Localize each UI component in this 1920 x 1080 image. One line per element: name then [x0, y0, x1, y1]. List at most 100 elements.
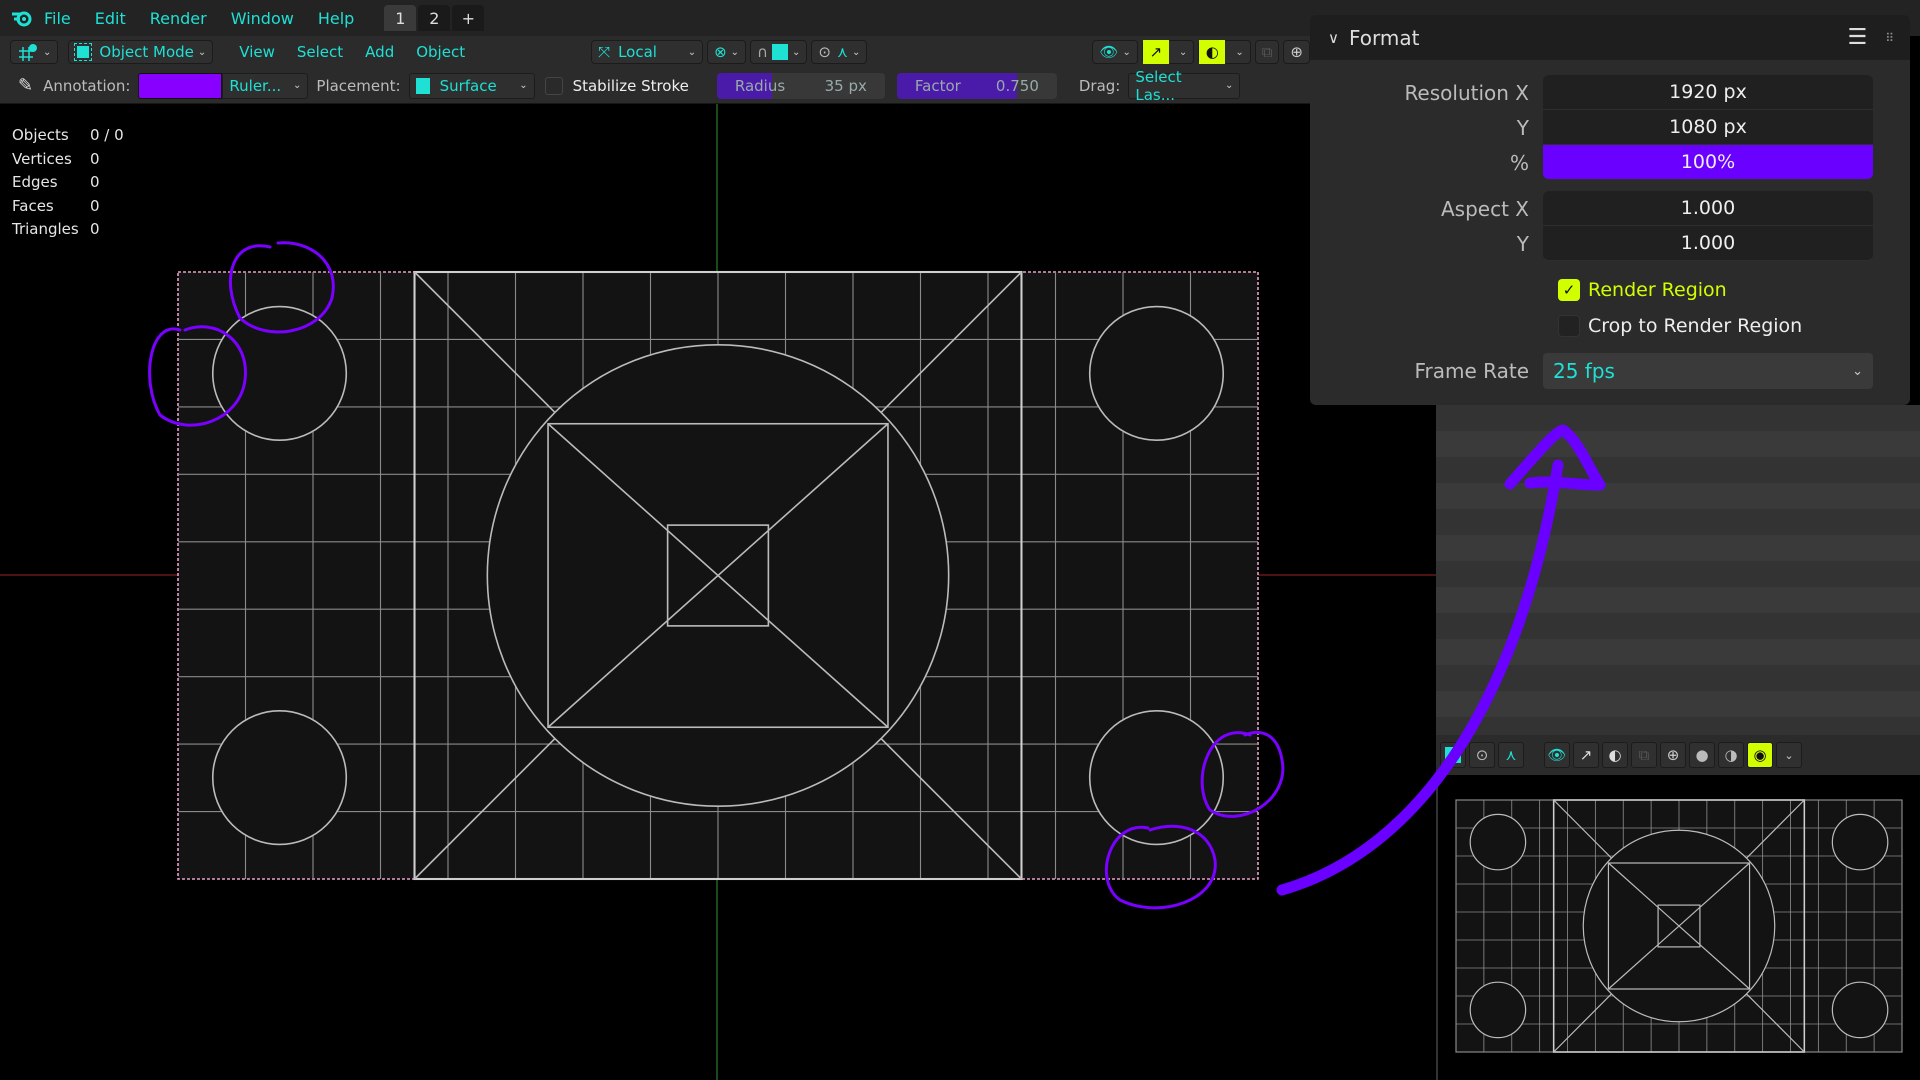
placement-select[interactable]: Surface ⌄ — [408, 72, 535, 99]
workspace-tab-1[interactable]: 1 — [384, 5, 417, 31]
stat-row: Vertices 0 — [12, 149, 100, 168]
xray-button-2[interactable]: ⧉ — [1631, 742, 1657, 768]
chevron-down-icon: ⌄ — [1122, 46, 1131, 58]
workspace-tabs: 1 2 + — [384, 5, 486, 31]
menu-object[interactable]: Object — [416, 43, 465, 61]
crop-render-region-checkbox[interactable] — [1558, 315, 1580, 337]
solid-shading-button-2[interactable]: ● — [1689, 742, 1715, 768]
wireframe-shading-button[interactable]: ⊕ — [1283, 40, 1310, 64]
aspect-x-field[interactable]: 1.000 — [1543, 191, 1873, 226]
presets-list-icon[interactable]: ☰ — [1847, 25, 1867, 50]
secondary-viewport[interactable] — [1436, 775, 1920, 1080]
factor-value: 0.750 — [995, 76, 1039, 95]
chevron-down-icon: ⌄ — [197, 46, 207, 58]
falloff-icon: ⋏ — [1505, 746, 1517, 764]
render-region-option[interactable]: ✓ Render Region — [1558, 279, 1727, 301]
radius-slider[interactable]: Radius 35 px — [716, 72, 885, 99]
gizmo-button-2[interactable]: ↗ — [1573, 742, 1599, 768]
snap-target-icon — [772, 44, 789, 60]
annotate-tool-icon: ✎ — [18, 75, 34, 96]
stat-row: Edges 0 — [12, 173, 100, 191]
menu-edit[interactable]: Edit — [95, 9, 126, 28]
overlay-button-2[interactable]: ◐ — [1602, 742, 1628, 768]
xray-button[interactable]: ⧉ — [1254, 40, 1280, 64]
3d-viewport[interactable] — [0, 104, 1436, 1080]
editor-type-button[interactable]: ⌄ — [10, 40, 59, 64]
stat-row: Faces 0 — [12, 196, 100, 215]
overlay-button[interactable]: ◐ ⌄ — [1198, 40, 1251, 64]
transform-orientation-select[interactable]: ⤧ Local ⌄ — [591, 40, 704, 64]
chevron-down-icon: ⌄ — [852, 46, 861, 58]
falloff-icon: ⋏ — [837, 43, 848, 61]
panel-title: Format — [1348, 25, 1420, 50]
solid-shading-icon: ● — [1695, 746, 1709, 764]
chevron-down-icon: ⌄ — [1784, 748, 1794, 762]
resolution-percent-field[interactable]: 100% — [1543, 145, 1873, 180]
xray-icon: ⧉ — [1261, 43, 1273, 61]
drag-handle-icon[interactable]: ⠿ — [1885, 31, 1894, 45]
blender-logo-icon[interactable] — [0, 0, 44, 36]
chevron-down-icon: ⌄ — [293, 80, 302, 91]
menu-window[interactable]: Window — [231, 9, 294, 28]
snap-target-icon — [1445, 747, 1461, 763]
shading-options-button-2[interactable]: ⌄ — [1776, 742, 1802, 768]
placement-value: Surface — [439, 76, 497, 95]
menu-help[interactable]: Help — [318, 9, 354, 28]
format-panel-header[interactable]: ∨ Format ☰ ⠿ — [1310, 15, 1910, 60]
drag-value: Select Las... — [1135, 67, 1182, 104]
stat-row: Triangles 0 — [12, 220, 100, 238]
wireframe-shading-icon: ⊕ — [1290, 43, 1303, 61]
xray-icon: ⧉ — [1638, 746, 1650, 764]
resolution-y-field[interactable]: 1080 px — [1543, 110, 1873, 145]
stabilize-stroke-checkbox[interactable] — [544, 76, 563, 95]
render-region-checkbox[interactable]: ✓ — [1558, 279, 1580, 301]
add-workspace-button[interactable]: + — [452, 5, 485, 31]
placement-label: Placement: — [316, 76, 401, 95]
resolution-y-label: Y — [1516, 115, 1529, 140]
visibility-icon: 👁 — [1099, 43, 1119, 61]
aspect-y-field[interactable]: 1.000 — [1543, 226, 1873, 261]
properties-background — [1436, 405, 1920, 735]
pivot-point-button[interactable]: ⊗ ⌄ — [707, 40, 747, 64]
factor-slider[interactable]: Factor 0.750 — [896, 72, 1057, 99]
visibility-button[interactable]: 👁 ⌄ — [1092, 40, 1138, 64]
aspect-y-label: Y — [1516, 231, 1529, 256]
menu-render[interactable]: Render — [150, 9, 207, 28]
material-shading-button-2[interactable]: ◑ — [1718, 742, 1744, 768]
mode-select[interactable]: Object Mode ⌄ — [68, 40, 214, 64]
snap-button[interactable]: ∩ ⌄ — [750, 40, 808, 64]
menu-select[interactable]: Select — [297, 43, 343, 61]
proportional-edit-button-2[interactable]: ⊙ — [1469, 742, 1495, 768]
viewport-gizmo-icon — [19, 44, 37, 61]
magnet-icon: ∩ — [757, 43, 769, 61]
orientation-label: Local — [618, 43, 657, 61]
crop-render-region-option[interactable]: Crop to Render Region — [1558, 315, 1802, 337]
corner-circle — [1469, 813, 1527, 871]
secondary-viewport-header: ⊙ ⋏ 👁 ↗ ◐ ⧉ ⊕ ● ◑ ◉ ⌄ — [1436, 735, 1920, 775]
frame-rate-select[interactable]: 25 fps ⌄ — [1543, 353, 1873, 389]
collapse-chevron-icon: ∨ — [1328, 28, 1339, 47]
corner-circle — [1831, 981, 1889, 1039]
rendered-shading-button-2[interactable]: ◉ — [1747, 742, 1773, 768]
resolution-percent-label: % — [1509, 150, 1529, 175]
pivot-point-icon: ⊗ — [714, 43, 727, 61]
annotation-color-swatch[interactable] — [138, 72, 223, 99]
aspect-x-label: Aspect X — [1441, 196, 1529, 221]
menu-add[interactable]: Add — [365, 43, 394, 61]
visibility-button-2[interactable]: 👁 — [1544, 742, 1570, 768]
menu-file[interactable]: File — [44, 9, 71, 28]
radius-label: Radius — [734, 76, 786, 95]
falloff-button-2[interactable]: ⋏ — [1498, 742, 1524, 768]
object-mode-icon — [74, 43, 93, 61]
annotation-layer-select[interactable]: Ruler... ⌄ — [222, 72, 309, 99]
wireframe-shading-button-2[interactable]: ⊕ — [1660, 742, 1686, 768]
gizmo-button[interactable]: ↗ ⌄ — [1141, 40, 1195, 64]
workspace-tab-2[interactable]: 2 — [418, 5, 451, 31]
proportional-edit-button[interactable]: ⊙ ⋏ ⌄ — [811, 40, 868, 64]
resolution-x-field[interactable]: 1920 px — [1543, 75, 1873, 110]
chevron-down-icon: ⌄ — [43, 46, 52, 58]
snap-button-2[interactable] — [1440, 742, 1466, 768]
chevron-down-icon: ⌄ — [1235, 46, 1244, 58]
drag-select[interactable]: Select Las... ⌄ — [1128, 68, 1241, 104]
menu-view[interactable]: View — [239, 43, 275, 61]
